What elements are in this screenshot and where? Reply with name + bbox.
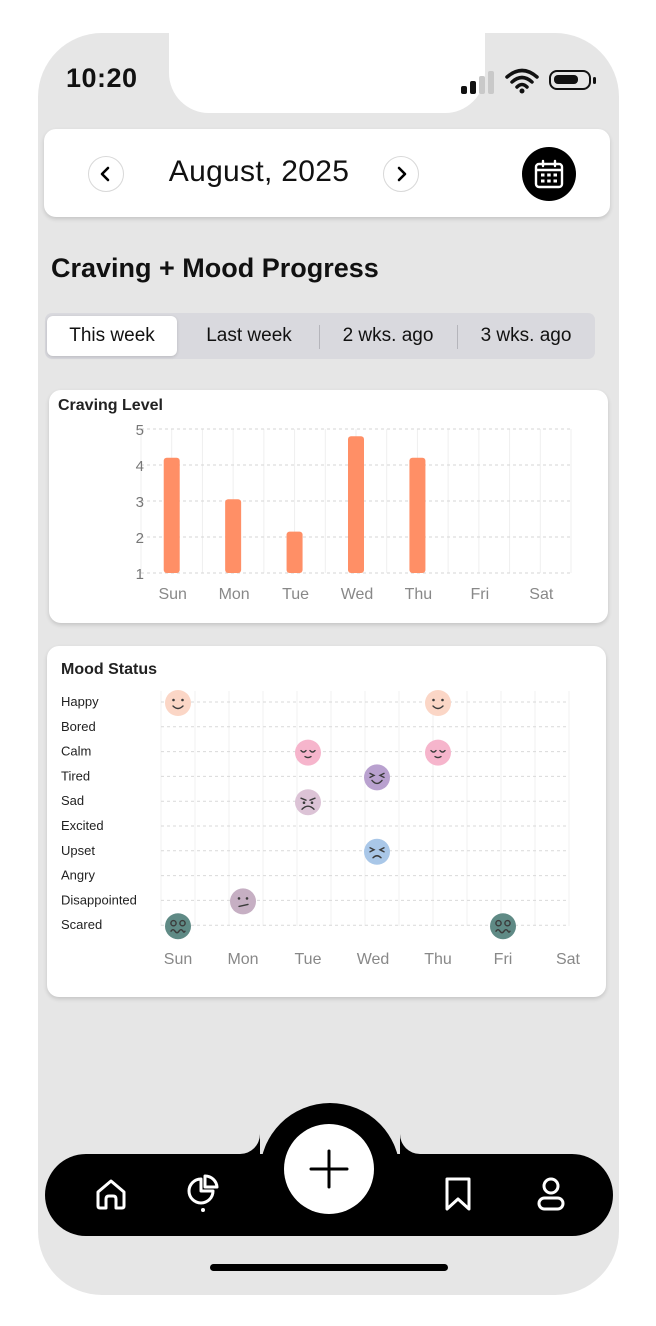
x-tick-label: Sat [529,586,554,603]
sad-face-icon [295,789,321,816]
signal-bar [470,81,476,94]
month-label: August, 2025 [168,155,350,188]
x-tick-label: Tue [282,586,309,603]
y-tick-label: 2 [136,530,144,547]
bar-sun [163,457,180,573]
signal-bar [488,71,494,94]
mood-label: Bored [61,719,96,734]
nav-home[interactable] [91,1174,131,1214]
page-title: Craving + Mood Progress [51,253,379,283]
happy-face-icon [425,690,451,716]
next-month-button[interactable] [383,156,419,192]
x-tick-label: Wed [341,586,374,603]
craving-level-card: Craving Level 1 2 3 4 5 Sun Mon Tue Wed Thu Fri Sat [49,390,608,623]
mood-point-thu-happy [425,690,451,716]
add-entry-button[interactable] [284,1124,374,1214]
y-tick-label: 4 [136,458,144,475]
mood-point-sun-happy [165,690,191,716]
mood-point-tue-calm [295,739,321,766]
nav-shape [400,1134,420,1154]
tab-last-week[interactable]: Last week [181,316,317,356]
nav-shape [240,1134,260,1154]
x-tick-label: Fri [494,951,513,968]
bar-wed [348,436,364,573]
chevron-right-icon [397,166,407,182]
signal-icon [461,86,467,94]
upset-face-icon [364,838,390,865]
bar-tue [286,531,303,573]
home-icon [96,1179,126,1210]
battery-icon [549,70,596,90]
mood-label: Excited [61,818,104,833]
plus-icon [309,1149,349,1189]
tab-this-week[interactable]: This week [47,316,177,356]
mood-label: Tired [61,768,90,783]
x-tick-label: Tue [295,951,322,968]
phone-frame: 10:20 August, 2025 Craving + Mood Progre… [38,33,619,1295]
mood-label: Upset [61,843,95,858]
bookmark-icon [445,1177,471,1211]
status-time: 10:20 [66,63,138,93]
wifi-icon [505,68,539,94]
mood-point-sun-scared [165,913,191,940]
scared-face-icon [165,913,191,940]
x-tick-label: Thu [405,586,433,603]
x-tick-label: Sat [556,951,581,968]
notch [169,33,485,113]
month-selector: August, 2025 [44,129,610,217]
x-tick-label: Wed [357,951,390,968]
mood-point-tue-sad [295,789,321,816]
y-tick-label: 5 [136,422,144,439]
bar-mon [225,499,242,573]
happy-face-icon [165,690,191,716]
signal-bar [479,76,485,94]
week-tabs: This week Last week 2 wks. ago 3 wks. ag… [45,313,595,359]
mood-point-wed-upset [364,838,390,865]
mood-point-mon-disappointed [230,888,256,915]
mood-label: Angry [61,868,95,883]
scared-face-icon [490,913,516,940]
y-tick-label: 3 [136,494,144,511]
pie-chart-icon [187,1174,219,1212]
x-tick-label: Sun [158,586,186,603]
mood-status-chart: Happy Bored Calm Tired Sad Excited Upset Angry D… [61,690,581,968]
tab-3-weeks-ago[interactable]: 3 wks. ago [459,316,593,356]
nav-bookmarks[interactable] [438,1174,478,1214]
x-tick-label: Mon [219,586,250,603]
tired-face-icon [364,764,390,791]
home-indicator [210,1264,448,1271]
prev-month-button[interactable] [88,156,124,192]
mood-label: Disappointed [61,892,137,907]
x-tick-label: Sun [164,951,192,968]
mood-label: Sad [61,793,84,808]
mood-label: Happy [61,694,99,709]
calendar-button[interactable] [522,147,576,201]
mood-point-thu-calm [425,739,451,766]
calm-face-icon [295,739,321,766]
tab-divider [457,325,458,349]
mood-status-card: Mood Status Happy Bored Calm Tired Sad Excite… [47,646,606,997]
x-tick-label: Thu [424,951,452,968]
mood-point-fri-scared [490,913,516,940]
disappointed-face-icon [230,888,256,915]
profile-icon [537,1177,565,1211]
mood-point-wed-tired [364,764,390,791]
tab-2-weeks-ago[interactable]: 2 wks. ago [321,316,455,356]
x-tick-label: Mon [227,951,258,968]
tab-divider [319,325,320,349]
calendar-icon [534,159,564,189]
mood-label: Scared [61,917,102,932]
x-tick-label: Fri [471,586,490,603]
mood-label: Calm [61,744,91,759]
craving-level-chart: 1 2 3 4 5 Sun Mon Tue Wed Thu Fri Sat [136,422,572,603]
bar-thu [409,457,426,573]
y-tick-label: 1 [136,566,144,583]
nav-progress[interactable] [184,1173,224,1213]
status-icons [461,68,601,94]
chevron-left-icon [100,166,110,182]
nav-profile[interactable] [531,1174,571,1214]
calm-face-icon [425,739,451,766]
